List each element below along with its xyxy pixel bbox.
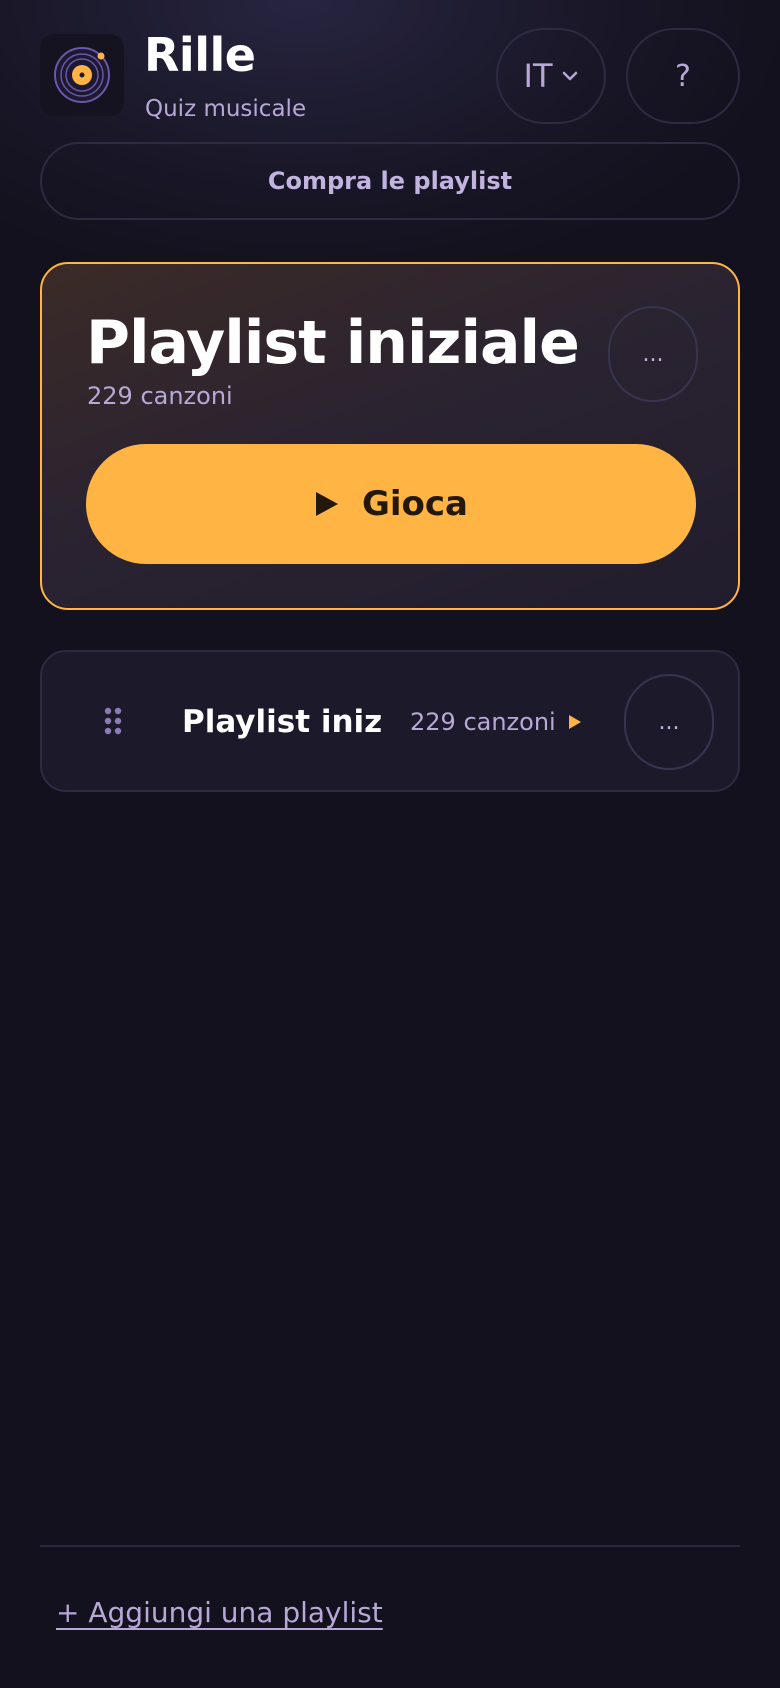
featured-playlist-title: Playlist iniziale [86,308,580,378]
featured-more-button[interactable]: ... [608,306,698,402]
app-subtitle: Quiz musicale [145,96,307,122]
language-selector[interactable]: IT [496,28,606,124]
featured-playlist-count: 229 canzoni [87,382,233,410]
playlist-row-count: 229 canzoni [410,708,556,736]
language-label: IT [523,57,553,95]
buy-playlists-button[interactable]: Compra le playlist [40,142,740,220]
help-button[interactable]: ? [626,28,740,124]
chevron-down-icon [563,71,578,81]
footer-divider [40,1545,740,1547]
featured-playlist-card: Playlist iniziale 229 canzoni ... Gioca [40,262,740,610]
play-icon[interactable] [568,714,582,730]
app-logo [40,34,124,116]
app-title: Rille [144,28,256,82]
playlist-row[interactable]: Playlist inizi... 229 canzoni ... [40,650,740,792]
vinyl-record-icon [54,47,110,103]
add-playlist-link[interactable]: + Aggiungi una playlist [56,1596,383,1629]
playlist-row-more-button[interactable]: ... [624,674,714,770]
buy-playlists-label: Compra le playlist [267,167,513,195]
play-button-label: Gioca [361,484,469,524]
play-button[interactable]: Gioca [86,444,696,564]
help-icon: ? [675,58,691,94]
more-icon: ... [658,709,680,735]
playlist-row-title: Playlist inizi... [182,704,382,740]
more-icon: ... [642,341,664,367]
play-icon [315,492,338,516]
drag-handle-icon[interactable] [104,706,124,736]
